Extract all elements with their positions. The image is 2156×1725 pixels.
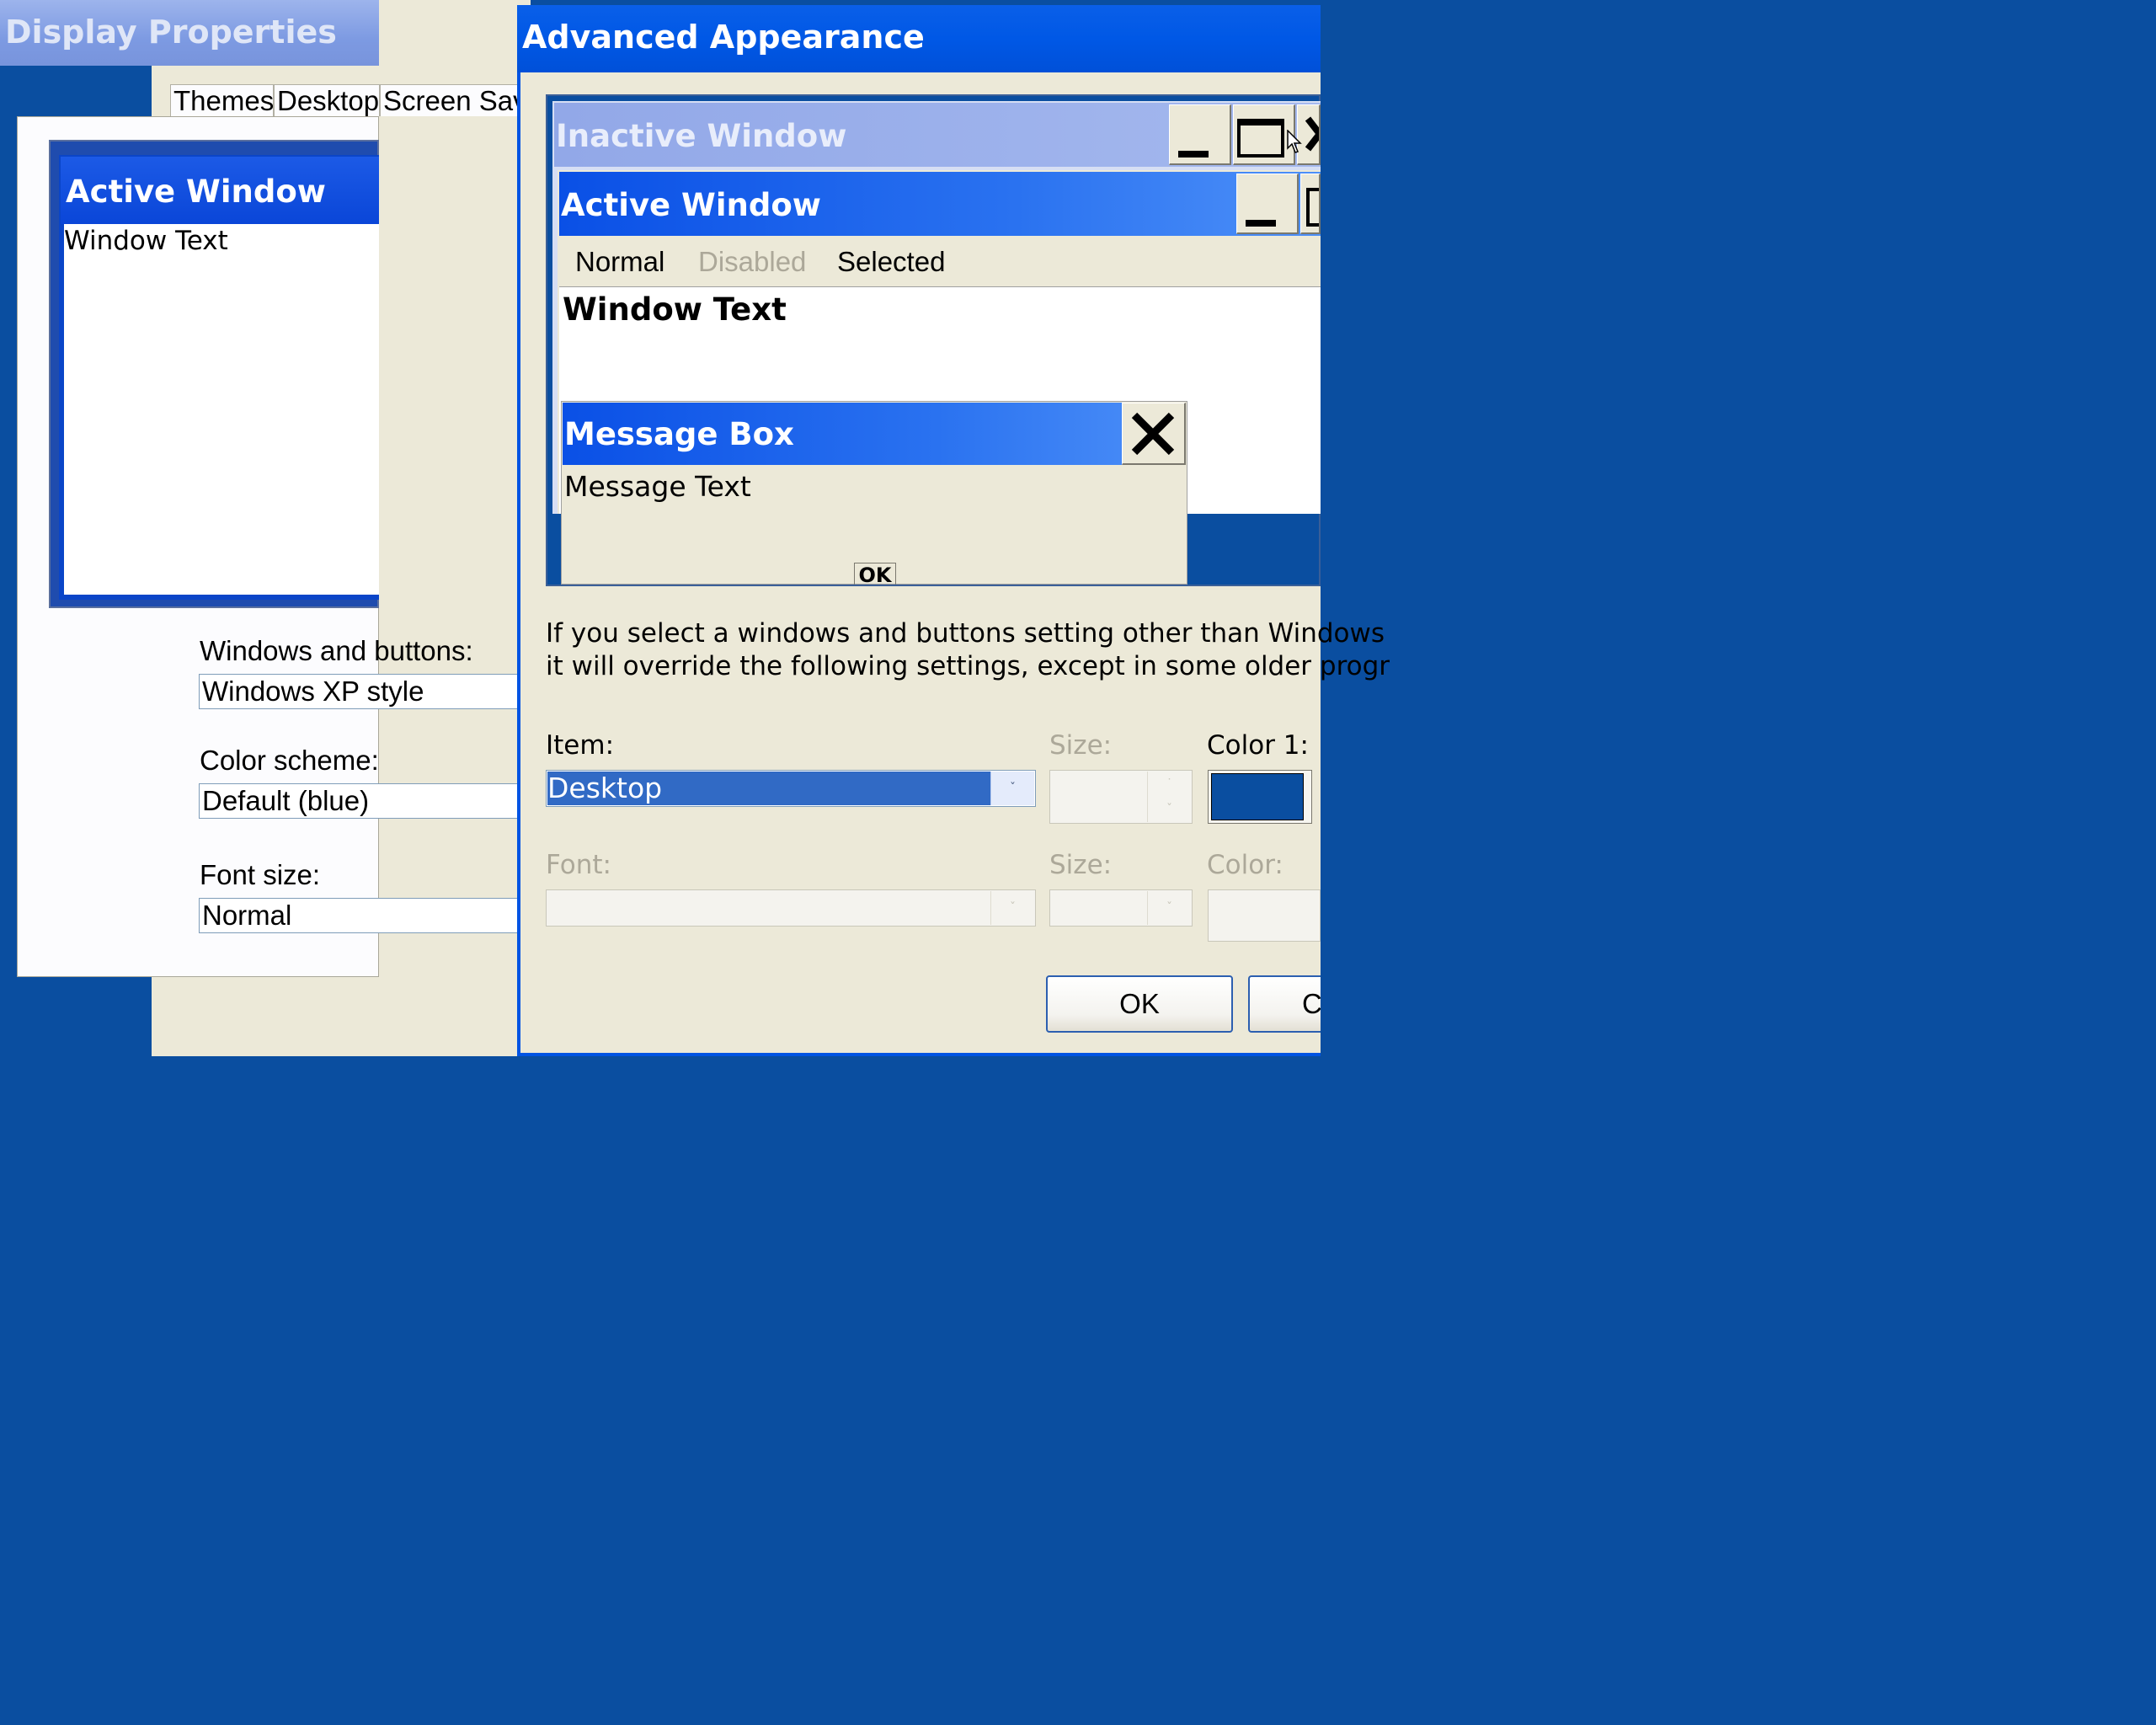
font-select[interactable] [546,889,1036,927]
minimize-icon [1178,151,1209,158]
preview-message-box-close-button[interactable] [1122,403,1186,465]
font-size-label: Font size: [200,859,321,890]
preview-window-body [64,224,379,595]
info-text-line1: If you select a windows and buttons sett… [546,618,1385,649]
preview-message-box-title: Message Box [564,416,794,452]
tab-themes[interactable]: Themes [170,84,274,116]
preview-message-ok-button[interactable]: OK [854,563,896,585]
font-color-label: Color: [1207,850,1283,880]
preview-active-minimize-button[interactable] [1236,174,1299,234]
item-dropdown-button[interactable]: ˇ [990,772,1034,805]
close-icon [1131,412,1175,456]
font-size-label-adv: Size: [1049,850,1113,880]
maximize-icon [1237,119,1284,158]
spin-down-icon: ˇ [1166,803,1172,816]
color-scheme-select[interactable]: Default (blue) [199,783,531,819]
tab-desktop[interactable]: Desktop [274,84,380,116]
preview-message-text[interactable]: Message Text [564,470,751,503]
spin-up-icon: ˙ [1166,777,1172,791]
item-size-spin-buttons[interactable]: ˙ ˇ [1147,772,1191,822]
preview-inactive-title: Inactive Window [556,118,847,154]
preview-active-window-title: Active Window [66,174,326,210]
display-properties-title: Display Properties [5,13,337,51]
font-label: Font: [546,850,611,880]
item-selected-value[interactable]: Desktop [547,772,990,805]
info-text-line2: it will override the following settings,… [546,651,1390,681]
preview-menu-selected[interactable]: Selected [837,246,945,278]
minimize-icon [1246,220,1276,227]
tab-screen-saver[interactable]: Screen Sav [380,84,518,116]
item-size-label: Size: [1049,730,1113,761]
chevron-down-icon: ˇ [1166,901,1172,915]
font-size-select[interactable]: Normal [199,898,531,933]
ok-button[interactable]: OK [1046,975,1233,1033]
font-size-dropdown-button[interactable]: ˇ [1147,891,1191,925]
font-color-picker-button[interactable] [1208,889,1321,942]
color1-swatch [1211,773,1304,820]
font-dropdown-button[interactable]: ˇ [990,891,1034,925]
chevron-down-icon: ˇ [1010,782,1016,795]
preview-menu-disabled[interactable]: Disabled [698,246,806,278]
preview-window-text[interactable]: Window Text [563,291,787,328]
mouse-cursor-icon [1287,130,1302,153]
color-scheme-label: Color scheme: [200,745,379,776]
windows-and-buttons-select[interactable]: Windows XP style [199,674,531,709]
advanced-appearance-title: Advanced Appearance [522,19,925,56]
preview-inactive-minimize-button[interactable] [1169,104,1231,165]
preview-active-title: Active Window [561,187,821,223]
color1-label: Color 1: [1207,730,1309,761]
windows-and-buttons-label: Windows and buttons: [200,635,473,666]
cancel-button[interactable]: C [1248,975,1321,1033]
item-label: Item: [546,730,615,761]
maximize-icon [1306,188,1319,227]
chevron-down-icon: ˇ [1010,901,1016,915]
preview-active-maximize-button[interactable] [1300,174,1321,234]
preview-window-text: Window Text [64,226,228,256]
preview-menu-normal[interactable]: Normal [575,246,664,278]
preview-inactive-maximize-button[interactable] [1233,104,1295,165]
